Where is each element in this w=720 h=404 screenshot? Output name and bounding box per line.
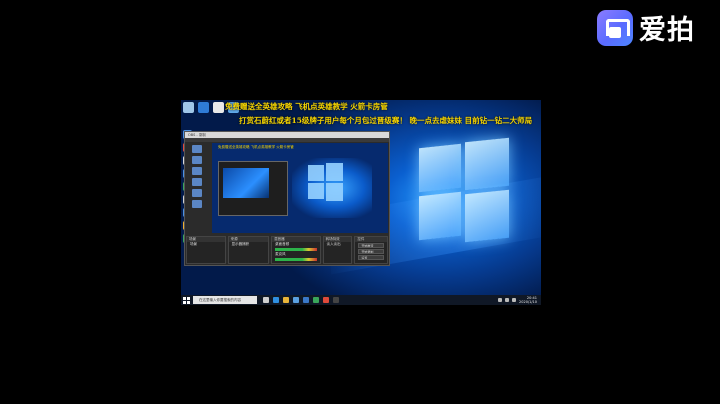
volume-meter[interactable] [275, 258, 317, 261]
app-icon[interactable] [313, 297, 319, 303]
mail-icon[interactable] [303, 297, 309, 303]
sources-dock: 来源 显示器捕获 [227, 236, 270, 264]
start-button[interactable] [181, 295, 191, 305]
settings-button[interactable]: 设置 [358, 255, 384, 260]
transition-select[interactable]: 淡入淡出 [324, 242, 352, 247]
app-icon[interactable] [192, 178, 202, 186]
app-icon[interactable] [192, 167, 202, 175]
obs-icon[interactable] [333, 297, 339, 303]
scene-item[interactable]: 场景 [187, 242, 225, 247]
app-icon[interactable] [192, 156, 202, 164]
network-icon[interactable] [498, 298, 503, 302]
app-icon[interactable] [192, 200, 202, 208]
app-icon[interactable] [323, 297, 329, 303]
edge-icon[interactable] [273, 297, 279, 303]
controls-dock: 控件 开始推流 开始录制 设置 [354, 236, 388, 264]
app-icon[interactable] [198, 102, 209, 113]
volume-icon[interactable] [505, 298, 510, 302]
folder-icon[interactable] [283, 297, 289, 303]
brand-name: 爱拍 [639, 15, 695, 46]
start-recording-button[interactable]: 开始录制 [358, 249, 384, 254]
captured-desktop: 免费赠送全英雄攻略 飞机点英雄教学 火箭卡房管 打赏石蔚红或者15级牌子用户每个… [181, 100, 541, 305]
mixer-channel-label: 麦克风 [275, 252, 286, 256]
nested-overlay-text: 免费赠送全英雄攻略 飞机点英雄教学 火箭卡房管 [218, 145, 294, 149]
source-item[interactable]: 显示器捕获 [229, 242, 269, 247]
app-icon[interactable] [192, 189, 202, 197]
store-icon[interactable] [293, 297, 299, 303]
clock-date: 2020/1/10 [519, 300, 537, 304]
task-view-icon[interactable] [263, 297, 269, 303]
overlay-text-line-2: 打赏石蔚红或者15级牌子用户每个月包过晋级赛！ 晚一点去虐妹妹 目前钻一钻二大师… [239, 116, 533, 125]
dock-panels: 场景 场景 来源 显示器捕获 混音器 桌面音频 麦克风 转场特效 淡入淡出 控件… [185, 235, 389, 265]
transitions-dock: 转场特效 淡入淡出 [322, 236, 353, 264]
document-icon[interactable] [213, 102, 224, 113]
nested-window [218, 161, 288, 216]
taskbar-clock[interactable]: 20:41 2020/1/10 [519, 296, 537, 304]
windows-logo-icon [308, 165, 324, 181]
taskbar-apps [263, 297, 339, 303]
input-method-icon[interactable] [512, 298, 517, 302]
volume-meter[interactable] [275, 248, 317, 251]
window-side-icons [186, 143, 210, 233]
mixer-channel-label: 桌面音频 [275, 242, 290, 246]
preview-canvas[interactable]: 免费赠送全英雄攻略 飞机点英雄教学 火箭卡房管 [212, 143, 388, 233]
app-icon[interactable] [192, 145, 202, 153]
windows-logo-icon [419, 137, 511, 244]
recycle-bin-icon[interactable] [183, 102, 194, 113]
overlay-text-line-1: 免费赠送全英雄攻略 飞机点英雄教学 火箭卡房管 [225, 102, 388, 111]
taskbar: 在这里输入你要搜索的内容 20:41 2020/1/10 [181, 295, 541, 305]
aipai-brand: 爱拍 [597, 8, 695, 47]
taskbar-search-input[interactable]: 在这里输入你要搜索的内容 [193, 296, 257, 304]
menu-bar[interactable] [185, 138, 389, 142]
scenes-dock: 场景 场景 [186, 236, 226, 264]
start-streaming-button[interactable]: 开始推流 [358, 243, 384, 248]
system-tray: 20:41 2020/1/10 [498, 296, 541, 304]
mixer-dock: 混音器 桌面音频 麦克风 [271, 236, 321, 264]
recording-app-window[interactable]: OBS - 录制 免费赠送全英雄攻略 飞机点英雄教学 火箭卡房管 场景 场景 来… [184, 131, 390, 266]
aipai-logo-icon [597, 9, 633, 46]
